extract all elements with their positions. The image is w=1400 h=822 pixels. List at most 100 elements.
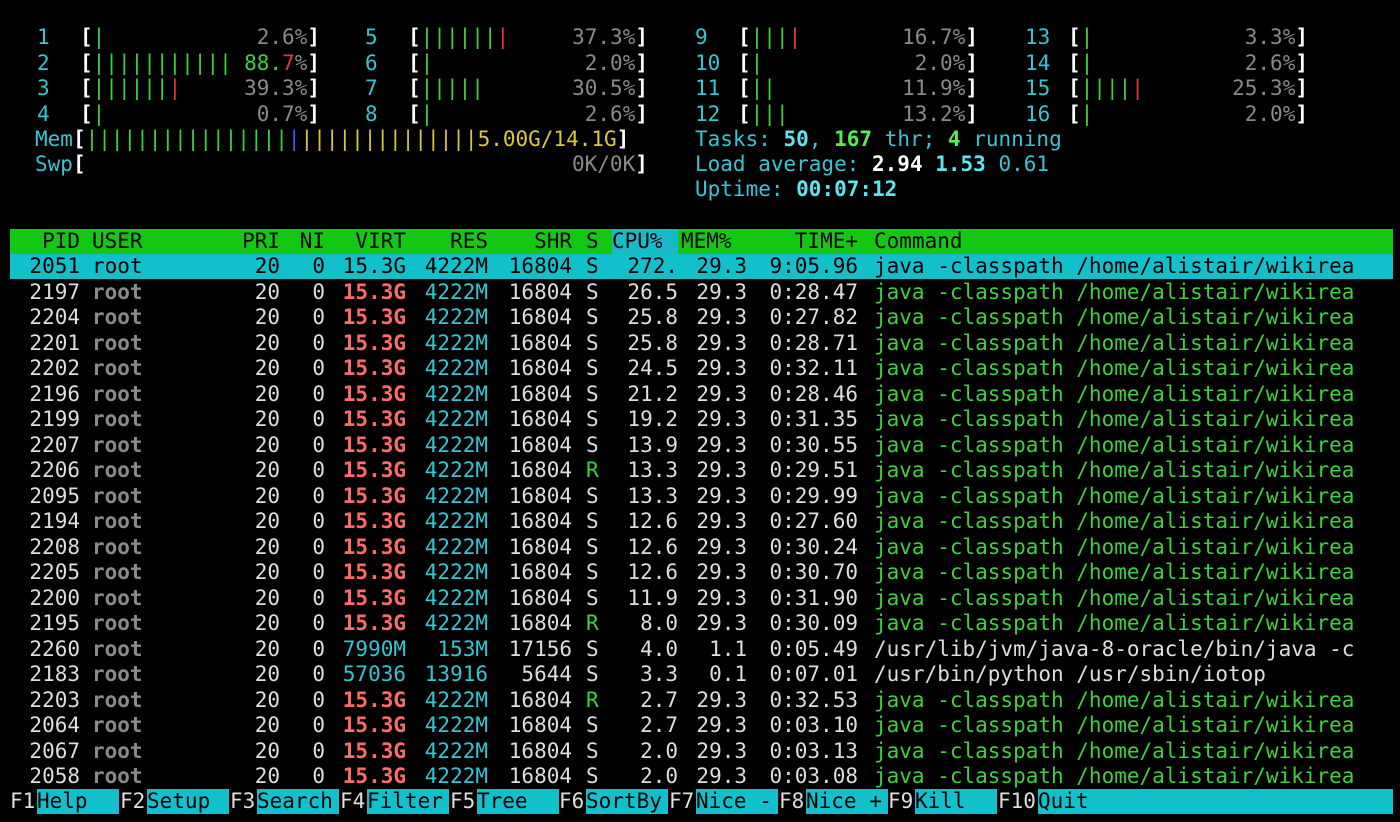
table-row[interactable]: 2064 root 20 0 15.3G 4222M 16804 S 2.7 29.3 0:03.1… xyxy=(10,713,1393,738)
col-user[interactable]: USER xyxy=(92,229,143,254)
cpu-percent-wrap: 13.2%] xyxy=(845,102,978,127)
col-ni[interactable]: NI xyxy=(285,229,325,254)
cell-user: root xyxy=(92,432,143,457)
cell-time: 0:31.90 xyxy=(769,585,858,610)
cell-time: 0:03.13 xyxy=(769,738,858,763)
cell-cpu: 26.5 xyxy=(627,279,678,304)
table-row[interactable]: 2199 root 20 0 15.3G 4222M 16804 S 19.2 29.3 0:31.… xyxy=(10,407,1393,432)
cell-s: S xyxy=(586,432,599,457)
cell-cpu: 19.2 xyxy=(627,407,678,431)
table-row[interactable]: 2202 root 20 0 15.3G 4222M 16804 S 24.5 29.3 0:32.… xyxy=(10,356,1393,381)
cpu-percent: 2.6% xyxy=(1244,50,1296,75)
cell-virt: 15.3G xyxy=(342,764,406,788)
cell-user: root xyxy=(92,636,143,661)
cell-ni: 0 xyxy=(312,764,325,788)
col-cpu-sorted[interactable]: CPU% xyxy=(612,229,678,254)
cpu-meter-13: 13 [| 3.3%] xyxy=(1025,25,1315,50)
table-row[interactable]: 2203 root 20 0 15.3G 4222M 16804 R 2.7 29.3 0:32.5… xyxy=(10,688,1393,713)
cell-pri: 20 xyxy=(254,738,280,763)
cpu-bar: [| xyxy=(80,25,105,50)
cpu-percent: 11.9% xyxy=(902,76,966,100)
cell-ni: 0 xyxy=(312,611,325,635)
tasks-label: Tasks: xyxy=(695,127,784,151)
table-row[interactable]: 2208 root 20 0 15.3G 4222M 16804 S 12.6 29.3 0:30.… xyxy=(10,535,1393,560)
cell-command: java -classpath /home/alistair/wikirea xyxy=(874,687,1355,712)
cell-pri: 20 xyxy=(254,636,280,661)
cpu-bar-user: | xyxy=(420,101,434,126)
table-row[interactable]: 2058 root 20 0 15.3G 4222M 16804 S 2.0 29.3 0:03.0… xyxy=(10,764,1393,789)
table-row[interactable]: 2205 root 20 0 15.3G 4222M 16804 S 12.6 29.3 0:30.… xyxy=(10,560,1393,585)
cell-cpu: 25.8 xyxy=(627,305,678,329)
cpu-open-bracket: [ xyxy=(408,101,421,126)
cell-res: 4222M xyxy=(424,738,488,763)
table-row[interactable]: 2095 root 20 0 15.3G 4222M 16804 S 13.3 29.3 0:29.… xyxy=(10,484,1393,509)
fkey-f10: F10 xyxy=(998,789,1036,813)
fkey-filter-button[interactable]: Filter xyxy=(367,789,449,814)
cell-res: 4222M xyxy=(424,254,488,278)
cpu-bar-user: |||||| xyxy=(92,76,169,100)
cell-shr: 16804 xyxy=(508,432,572,457)
table-row[interactable]: 2194 root 20 0 15.3G 4222M 16804 S 12.6 29.3 0:27.… xyxy=(10,509,1393,534)
cell-command: java -classpath /home/alistair/wikirea xyxy=(874,483,1355,508)
cell-pri: 20 xyxy=(254,611,280,635)
cpu-bar: [|||| xyxy=(738,25,801,50)
table-row[interactable]: 2204 root 20 0 15.3G 4222M 16804 S 25.8 29.3 0:27.… xyxy=(10,305,1393,330)
load-5min: 1.53 xyxy=(935,152,986,176)
cell-pri: 20 xyxy=(254,254,280,278)
mem-meter: Mem[|||||||||||||||||||||||||||||||5.00G… xyxy=(35,127,629,152)
col-res[interactable]: RES xyxy=(410,229,488,254)
col-pid[interactable]: PID xyxy=(10,229,80,254)
fkey-nice-button[interactable]: Nice - xyxy=(696,789,778,814)
table-row[interactable]: 2200 root 20 0 15.3G 4222M 16804 S 11.9 29.3 0:31.… xyxy=(10,586,1393,611)
table-row[interactable]: 2201 root 20 0 15.3G 4222M 16804 S 25.8 29.3 0:28.… xyxy=(10,331,1393,356)
cpu-meter-11: 11 [|| 11.9%] xyxy=(695,76,985,101)
table-row[interactable]: 2207 root 20 0 15.3G 4222M 16804 S 13.9 29.3 0:30.… xyxy=(10,433,1393,458)
cell-cpu: 13.3 xyxy=(627,458,678,482)
cell-user: root xyxy=(92,534,143,559)
cell-pri: 20 xyxy=(254,509,280,533)
cpu-open-bracket: [ xyxy=(408,25,421,49)
table-row[interactable]: 2067 root 20 0 15.3G 4222M 16804 S 2.0 29.3 0:03.1… xyxy=(10,739,1393,764)
fkey-nice-button[interactable]: Nice + xyxy=(806,789,888,814)
cell-pri: 20 xyxy=(254,279,280,304)
fkey-search-button[interactable]: Search xyxy=(257,789,339,814)
cell-time: 9:05.96 xyxy=(769,254,858,278)
col-command[interactable]: Command xyxy=(874,229,963,254)
fkey-quit-button[interactable]: Quit xyxy=(1038,789,1393,814)
cpu-meter-6: 6 [| 2.0%] xyxy=(365,51,655,76)
table-row-selected[interactable]: 2051 root 20 0 15.3G 4222M 16804 S 272. 29.3 9:05.… xyxy=(10,254,1393,279)
table-row[interactable]: 2195 root 20 0 15.3G 4222M 16804 R 8.0 29.3 0:30.0… xyxy=(10,611,1393,636)
col-pri[interactable]: PRI xyxy=(220,229,280,254)
cell-command: java -classpath /home/alistair/wikirea xyxy=(874,560,1355,584)
col-shr[interactable]: SHR xyxy=(492,229,572,254)
cell-s: S xyxy=(586,636,599,661)
col-mem[interactable]: MEM% xyxy=(681,229,732,254)
col-virt[interactable]: VIRT xyxy=(330,229,406,254)
cell-mem: 29.3 xyxy=(696,483,747,508)
mem-value: 5.00G/14.1G xyxy=(477,127,617,151)
cell-virt: 15.3G xyxy=(342,458,406,482)
mem-label: Mem xyxy=(35,127,73,151)
table-row[interactable]: 2196 root 20 0 15.3G 4222M 16804 S 21.2 29.3 0:28.… xyxy=(10,382,1393,407)
cell-pri: 20 xyxy=(254,407,280,431)
col-time[interactable]: TIME+ xyxy=(750,229,858,254)
cpu-percent: 2.0% xyxy=(914,50,966,75)
cell-pid: 2058 xyxy=(29,764,80,788)
table-row[interactable]: 2206 root 20 0 15.3G 4222M 16804 R 13.3 29.3 0:29.… xyxy=(10,458,1393,483)
cell-virt: 15.3G xyxy=(342,738,406,763)
cell-res: 4222M xyxy=(424,330,488,355)
fkey-kill-button[interactable]: Kill xyxy=(915,789,997,814)
fkey-setup-button[interactable]: Setup xyxy=(147,789,229,814)
table-row[interactable]: 2197 root 20 0 15.3G 4222M 16804 S 26.5 29.3 0:28.… xyxy=(10,280,1393,305)
col-state[interactable]: S xyxy=(586,229,599,254)
table-row[interactable]: 2260 root 20 0 7990M 153M 17156 S 4.0 1.1 0:05.49 /… xyxy=(10,637,1393,662)
fkey-help-button[interactable]: Help xyxy=(37,789,119,814)
cell-cpu: 11.9 xyxy=(627,585,678,610)
fkey-tree-button[interactable]: Tree xyxy=(477,789,559,814)
cpu-id: 4 xyxy=(37,101,50,126)
cell-command: /usr/bin/python /usr/sbin/iotop xyxy=(874,662,1266,686)
cell-mem: 29.3 xyxy=(696,330,747,355)
cell-mem: 29.3 xyxy=(696,254,747,278)
fkey-sortby-button[interactable]: SortBy xyxy=(586,789,668,814)
table-row[interactable]: 2183 root 20 0 57036 13916 5644 S 3.3 0.1 0:07.01 /… xyxy=(10,662,1393,687)
